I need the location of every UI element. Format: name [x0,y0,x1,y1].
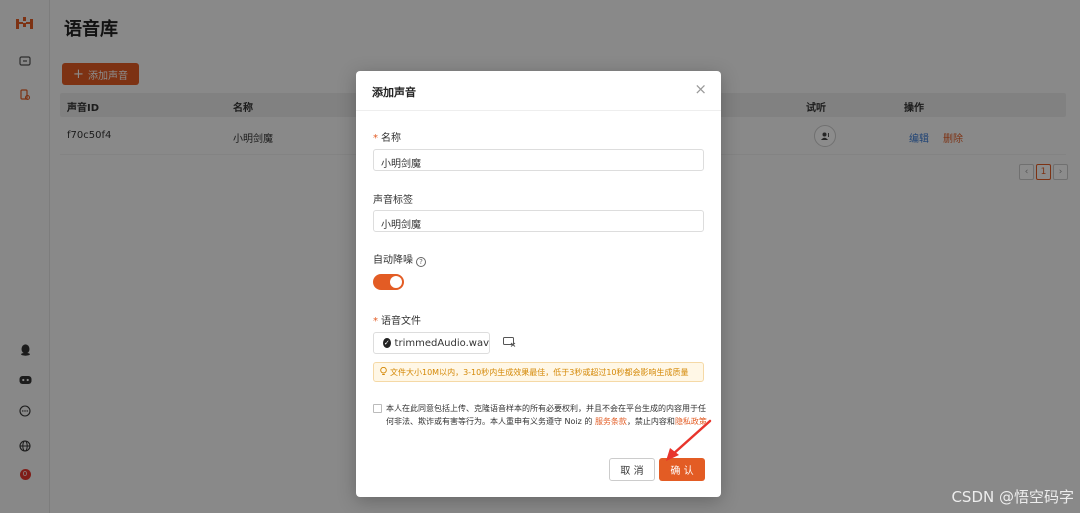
required-mark: * [373,133,378,144]
dialog-header: 添加声音 × [356,71,721,111]
file-field-label: * 语音文件 [373,312,421,327]
consent-section: 本人在此同意包括上传、克隆语音样本的所有必要权利，并且不会在平台生成的内容用于任… [373,402,708,428]
required-mark: * [373,316,378,327]
file-label-text: 语音文件 [381,316,421,327]
tag-input[interactable]: 小明剑魔 [373,210,704,232]
denoise-label-text: 自动降噪 [373,255,413,266]
terms-link[interactable]: 服务条款 [595,417,627,426]
dialog-title: 添加声音 [372,86,416,99]
consent-checkbox[interactable] [373,404,382,413]
annotation-arrow-icon [666,419,712,461]
denoise-toggle[interactable] [373,274,404,290]
denoise-field-label: 自动降噪? [373,251,426,267]
file-name: trimmedAudio.wav [394,337,489,349]
name-field-label: * 名称 [373,129,401,144]
lightbulb-icon [380,366,387,378]
tag-field-label: 声音标签 [373,195,413,206]
close-icon[interactable]: × [694,82,707,97]
watermark: CSDN @悟空码字 [951,488,1074,506]
file-size-warning: 文件大小10M以内，3-10秒内生成效果最佳，低于3秒或超过10秒都会影响生成质… [373,362,704,382]
consent-text: 本人在此同意包括上传、克隆语音样本的所有必要权利，并且不会在平台生成的内容用于任… [373,402,708,428]
name-label-text: 名称 [381,133,401,144]
check-icon: ✓ [383,338,391,348]
clear-file-icon[interactable] [503,336,516,350]
uploaded-file-chip[interactable]: ✓ trimmedAudio.wav [373,332,490,354]
warning-text: 文件大小10M以内，3-10秒内生成效果最佳，低于3秒或超过10秒都会影响生成质… [390,367,689,377]
name-input[interactable]: 小明剑魔 [373,149,704,171]
cancel-button[interactable]: 取 消 [609,458,655,481]
toggle-knob [390,276,402,288]
question-icon[interactable]: ? [416,257,426,267]
